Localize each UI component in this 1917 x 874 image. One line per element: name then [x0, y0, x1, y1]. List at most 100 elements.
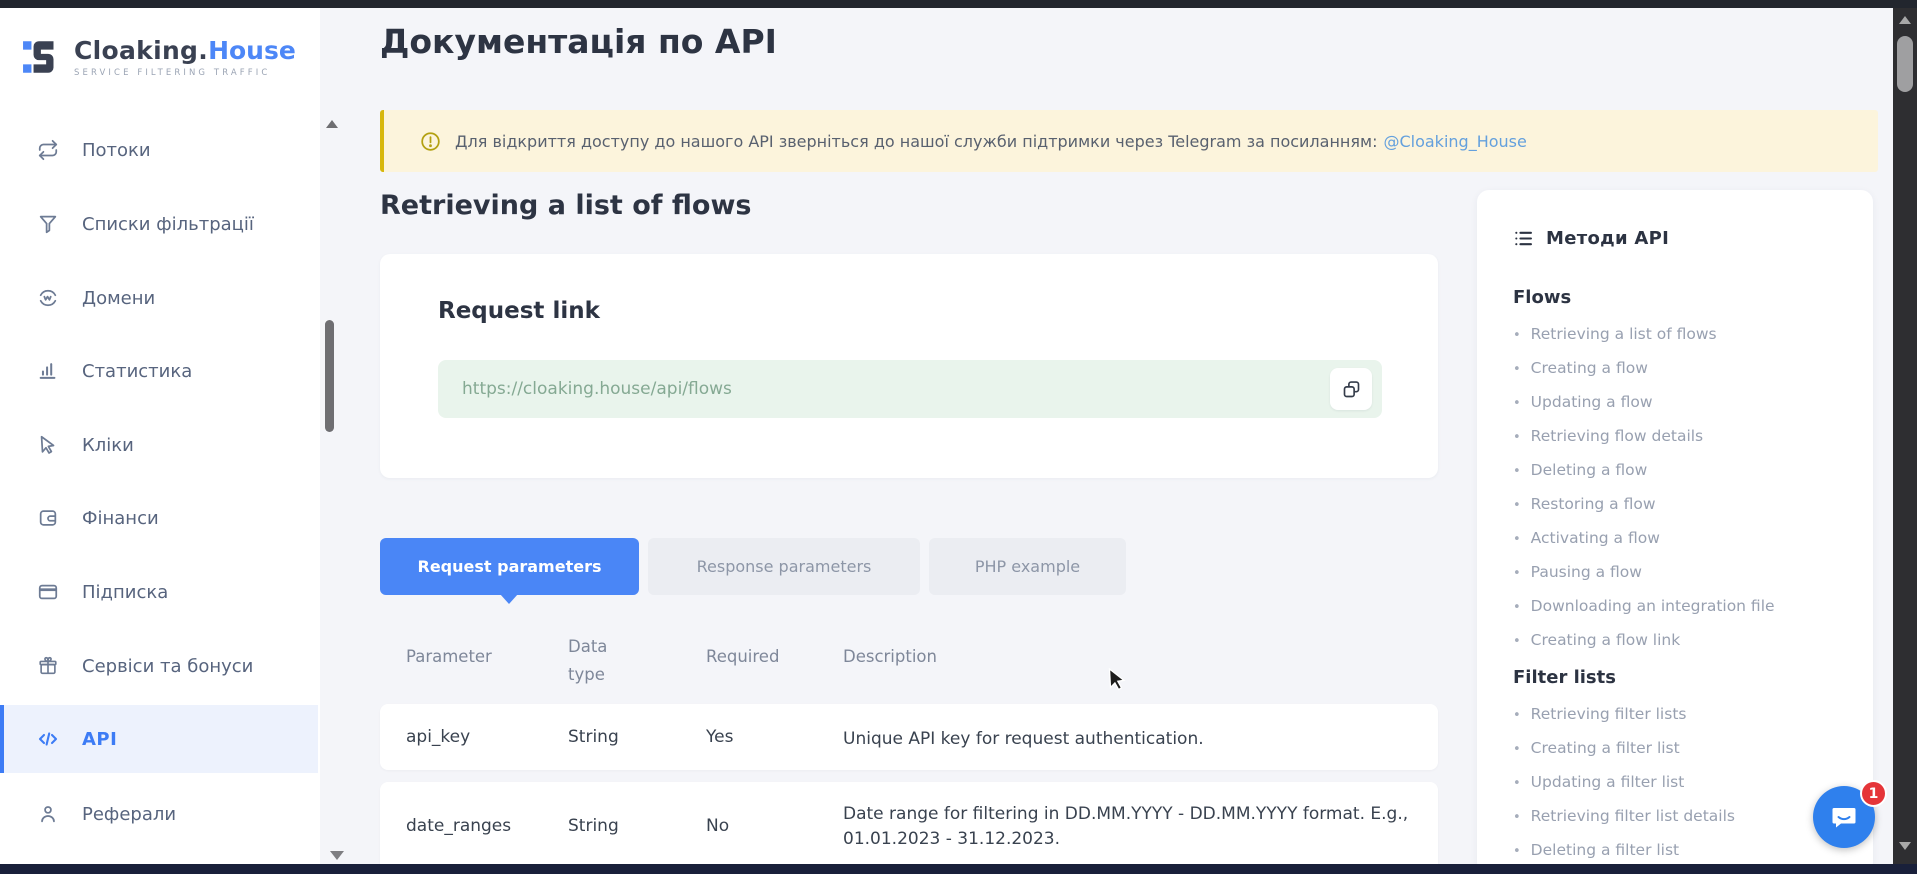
sidebar-item-label: Сервіси та бонуси: [82, 656, 253, 677]
logo-name-dark: Cloaking.: [74, 36, 208, 65]
column-header-description: Description: [843, 647, 937, 666]
banner-text: Для відкриття доступу до нашого API звер…: [455, 132, 1377, 151]
method-link[interactable]: Retrieving a list of flows: [1513, 318, 1843, 352]
sidebar-item-label: Списки фільтрації: [82, 214, 254, 235]
cell-parameter: date_ranges: [406, 816, 511, 836]
copy-icon: [1341, 379, 1362, 400]
sidebar-scrollbar-thumb[interactable]: [325, 320, 334, 432]
logo-name-blue: House: [208, 36, 296, 65]
sidebar-item-label: API: [82, 729, 117, 750]
sidebar-item-label: Домени: [82, 288, 155, 309]
window-scrollbar-track[interactable]: [1893, 8, 1917, 864]
referrals-icon: [36, 802, 60, 826]
sidebar-item-clicks[interactable]: Кліки: [0, 415, 318, 475]
tab-request-parameters[interactable]: Request parameters: [380, 538, 639, 595]
request-link-title: Request link: [438, 298, 600, 324]
active-tab-caret: [500, 594, 518, 604]
method-link[interactable]: Downloading an integration file: [1513, 590, 1843, 624]
request-url-text: https://cloaking.house/api/flows: [462, 379, 732, 399]
method-link[interactable]: Creating a filter list: [1513, 732, 1843, 766]
tab-response-parameters[interactable]: Response parameters: [648, 538, 920, 595]
sidebar-item-domains[interactable]: Домени: [0, 268, 318, 328]
list-icon: [1513, 228, 1534, 249]
sidebar-item-label: Реферали: [82, 804, 176, 825]
cell-data-type: String: [568, 727, 619, 747]
column-header-data-type: Data type: [568, 633, 638, 689]
method-link[interactable]: Retrieving flow details: [1513, 420, 1843, 454]
flows-method-list: Retrieving a list of flows Creating a fl…: [1513, 318, 1843, 658]
cell-parameter: api_key: [406, 727, 470, 747]
table-row: api_key String Yes Unique API key for re…: [380, 704, 1438, 770]
domains-icon: [36, 286, 60, 310]
api-access-banner: Для відкриття доступу до нашого API звер…: [380, 110, 1878, 172]
mouse-cursor: [1108, 668, 1130, 696]
sidebar-item-flows[interactable]: Потоки: [0, 120, 318, 180]
sidebar-scroll-down-arrow[interactable]: [330, 851, 344, 860]
sidebar-item-subscription[interactable]: Підписка: [0, 562, 318, 622]
filter-lists-icon: [36, 212, 60, 236]
api-methods-panel: Методи API Flows Retrieving a list of fl…: [1477, 190, 1873, 874]
sidebar-item-label: Потоки: [82, 140, 151, 161]
sidebar-item-label: Статистика: [82, 361, 192, 382]
chat-bubble-icon: [1827, 800, 1861, 834]
page-title: Документація по API: [380, 22, 777, 61]
method-link[interactable]: Updating a flow: [1513, 386, 1843, 420]
column-header-parameter: Parameter: [406, 647, 492, 666]
request-url-field[interactable]: https://cloaking.house/api/flows: [438, 360, 1382, 418]
info-icon: [420, 131, 441, 152]
sidebar-item-label: Фінанси: [82, 508, 159, 529]
sidebar-item-statistics[interactable]: Статистика: [0, 341, 318, 401]
sidebar-scroll-up-arrow[interactable]: [326, 120, 338, 128]
logo[interactable]: Cloaking.House SERVICE FILTERING TRAFFIC: [22, 36, 302, 82]
cloaking-house-logo-icon: [22, 36, 64, 78]
cell-required: No: [706, 816, 729, 836]
method-link[interactable]: Deleting a filter list: [1513, 834, 1843, 868]
method-link[interactable]: Retrieving filter lists: [1513, 698, 1843, 732]
finance-icon: [36, 506, 60, 530]
logo-subtitle: SERVICE FILTERING TRAFFIC: [74, 68, 296, 78]
filter-lists-method-list: Retrieving filter lists Creating a filte…: [1513, 698, 1843, 874]
top-window-strip: [0, 0, 1917, 8]
telegram-link[interactable]: @Cloaking_House: [1383, 132, 1526, 151]
statistics-icon: [36, 359, 60, 383]
sidebar-item-referrals[interactable]: Реферали: [0, 784, 318, 844]
chat-unread-badge: 1: [1860, 780, 1887, 807]
subscription-icon: [36, 580, 60, 604]
window-scroll-up-arrow[interactable]: [1899, 16, 1911, 24]
cell-data-type: String: [568, 816, 619, 836]
copy-url-button[interactable]: [1330, 368, 1372, 410]
sidebar-item-label: Кліки: [82, 435, 134, 456]
cell-description: Unique API key for request authenticatio…: [843, 727, 1413, 752]
clicks-icon: [36, 433, 60, 457]
sidebar-item-finance[interactable]: Фінанси: [0, 488, 318, 548]
method-link[interactable]: Retrieving filter list details: [1513, 800, 1843, 834]
methods-section-filter-lists: Filter lists: [1513, 667, 1843, 688]
methods-panel-title-row: Методи API: [1513, 228, 1843, 249]
services-icon: [36, 654, 60, 678]
method-link[interactable]: Creating a flow: [1513, 352, 1843, 386]
bottom-window-strip: [0, 864, 1917, 874]
sidebar-item-services[interactable]: Сервіси та бонуси: [0, 636, 318, 696]
method-link[interactable]: Restoring a flow: [1513, 488, 1843, 522]
window-scroll-down-arrow[interactable]: [1899, 842, 1911, 850]
section-title: Retrieving a list of flows: [380, 190, 751, 221]
cell-description: Date range for filtering in DD.MM.YYYY -…: [843, 802, 1413, 851]
column-header-required: Required: [706, 647, 779, 666]
sidebar: Cloaking.House SERVICE FILTERING TRAFFIC…: [0, 8, 320, 864]
sidebar-item-label: Підписка: [82, 582, 168, 603]
tab-php-example[interactable]: PHP example: [929, 538, 1126, 595]
method-link[interactable]: Activating a flow: [1513, 522, 1843, 556]
method-link[interactable]: Updating a filter list: [1513, 766, 1843, 800]
method-link[interactable]: Pausing a flow: [1513, 556, 1843, 590]
sidebar-item-api[interactable]: API: [0, 705, 318, 773]
api-icon: [36, 727, 60, 751]
sidebar-item-filter-lists[interactable]: Списки фільтрації: [0, 194, 318, 254]
cell-required: Yes: [706, 727, 733, 747]
flows-icon: [36, 138, 60, 162]
method-link[interactable]: Creating a flow link: [1513, 624, 1843, 658]
method-link[interactable]: Deleting a flow: [1513, 454, 1843, 488]
methods-section-flows: Flows: [1513, 287, 1843, 308]
window-scrollbar-thumb[interactable]: [1897, 36, 1913, 92]
table-row: date_ranges String No Date range for fil…: [380, 782, 1438, 874]
methods-panel-title: Методи API: [1546, 228, 1669, 249]
